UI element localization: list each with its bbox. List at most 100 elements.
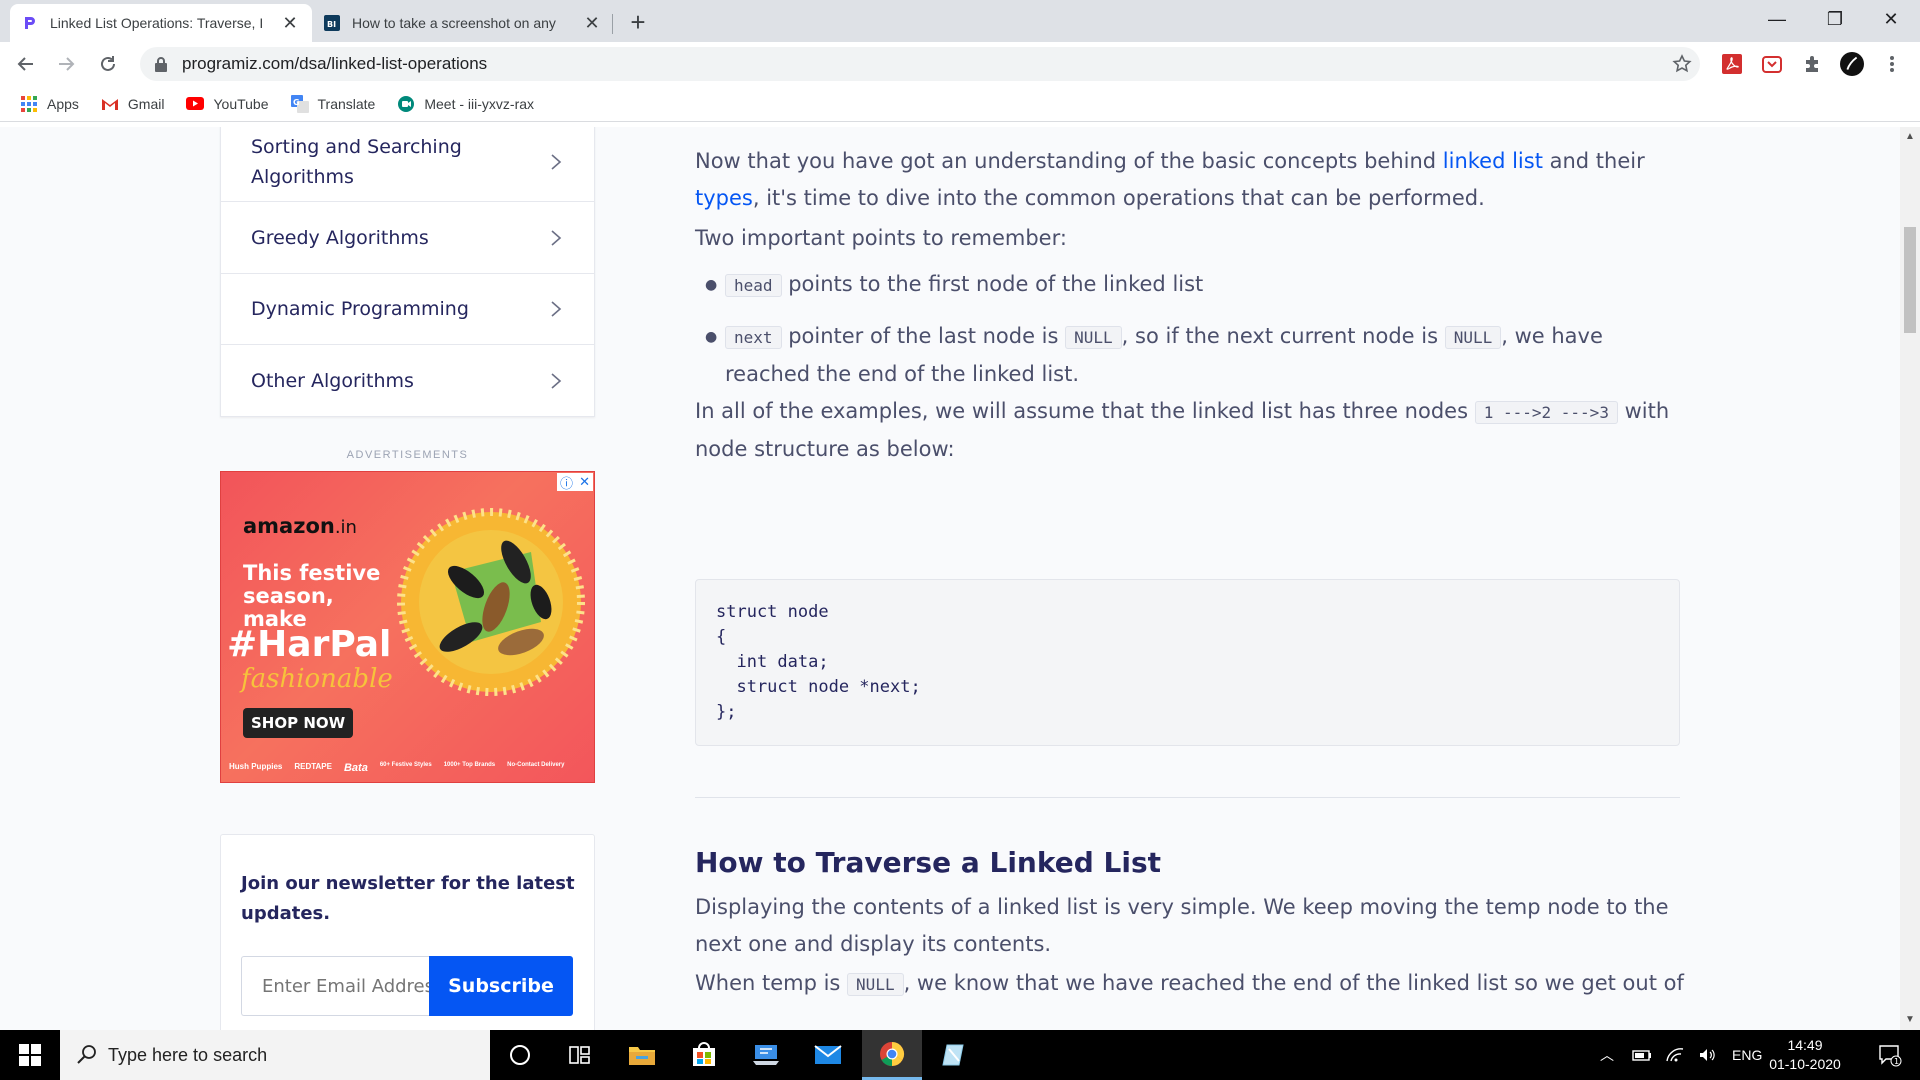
volume-icon[interactable] xyxy=(1698,1047,1716,1063)
tab-separator xyxy=(612,14,613,34)
language-indicator[interactable]: ENG xyxy=(1732,1047,1762,1063)
chevron-right-icon xyxy=(551,229,562,246)
gmail-icon xyxy=(101,95,119,113)
file-explorer-icon[interactable] xyxy=(612,1030,672,1080)
microsoft-store-icon[interactable] xyxy=(674,1030,734,1080)
sidebar-item-label: Sorting and Searching Algorithms xyxy=(251,135,462,188)
windows-start-button[interactable] xyxy=(0,1030,60,1080)
examples-text: In all of the examples, we will assume t… xyxy=(695,399,1475,423)
close-tab-icon[interactable]: ✕ xyxy=(280,13,300,33)
sidebar-item-other[interactable]: Other Algorithms xyxy=(221,345,594,416)
ad-close-controls[interactable]: ⓘ ✕ xyxy=(557,473,593,491)
amazon-advertisement[interactable]: amazon.in This festive season, make #Har… xyxy=(220,471,595,783)
subscribe-button[interactable]: Subscribe xyxy=(429,956,573,1016)
close-tab-icon[interactable]: ✕ xyxy=(582,13,602,33)
lock-icon xyxy=(155,57,167,72)
code-block: struct node { int data; struct node *nex… xyxy=(695,579,1680,746)
restore-button[interactable]: ❐ xyxy=(1806,0,1864,38)
battery-icon[interactable] xyxy=(1632,1047,1652,1063)
windows-logo-icon xyxy=(19,1044,41,1066)
bookmark-meet[interactable]: Meet - iii-yxvz-rax xyxy=(397,95,534,113)
bookmark-translate[interactable]: G Translate xyxy=(290,94,375,113)
ad-brand: Hush Puppies xyxy=(229,762,283,771)
close-window-button[interactable]: ✕ xyxy=(1862,0,1920,38)
advertisements-label: ADVERTISEMENTS xyxy=(346,449,469,461)
remote-desktop-icon[interactable] xyxy=(736,1030,796,1080)
inline-code: next xyxy=(725,326,782,349)
profile-avatar[interactable] xyxy=(1840,52,1864,76)
cortana-icon[interactable] xyxy=(490,1030,550,1080)
notification-count: 1 xyxy=(1894,1057,1899,1066)
inline-code: head xyxy=(725,274,782,297)
chevron-right-icon xyxy=(551,153,562,170)
taskbar-clock[interactable]: 14:49 01-10-2020 xyxy=(1760,1036,1850,1074)
pdf-extension-icon[interactable] xyxy=(1720,52,1744,76)
inline-code: NULL xyxy=(847,973,904,996)
snipping-tool-icon[interactable] xyxy=(924,1030,984,1080)
tab-strip: Linked List Operations: Traverse, I ✕ BI… xyxy=(0,0,1920,42)
sidebar-item-sorting-searching[interactable]: Sorting and Searching Algorithms xyxy=(221,127,594,202)
bookmark-gmail[interactable]: Gmail xyxy=(101,95,165,113)
examples-text: with xyxy=(1617,399,1670,423)
search-icon xyxy=(77,1045,96,1064)
bookmark-youtube[interactable]: YouTube xyxy=(186,95,269,113)
intro-text: and their xyxy=(1542,149,1645,173)
newsletter-title: Join our newsletter for the latest updat… xyxy=(241,873,575,924)
sidebar-item-label: Greedy Algorithms xyxy=(251,226,429,249)
bookmark-apps[interactable]: Apps xyxy=(20,95,79,113)
close-icon[interactable]: ✕ xyxy=(579,474,590,490)
notification-center-icon[interactable]: 1 xyxy=(1860,1030,1920,1080)
linked-list-link[interactable]: linked list xyxy=(1443,149,1543,173)
sidebar-item-dynamic-programming[interactable]: Dynamic Programming xyxy=(221,274,594,345)
chevron-right-icon xyxy=(551,372,562,389)
new-tab-button[interactable]: + xyxy=(624,7,652,37)
task-view-icon[interactable] xyxy=(550,1030,610,1080)
traverse-paragraph: Displaying the contents of a linked list… xyxy=(695,889,1680,963)
when-text: When temp is xyxy=(695,971,848,995)
examples-paragraph: In all of the examples, we will assume t… xyxy=(695,393,1680,468)
scroll-up-arrow-icon[interactable]: ▲ xyxy=(1905,131,1915,142)
chrome-menu-icon[interactable] xyxy=(1880,52,1904,76)
email-field[interactable] xyxy=(241,956,429,1016)
wifi-icon[interactable] xyxy=(1666,1047,1684,1063)
bookmark-star-icon[interactable] xyxy=(1670,52,1694,76)
scroll-down-arrow-icon[interactable]: ▼ xyxy=(1905,1014,1915,1025)
ad-line: This festive xyxy=(243,561,381,585)
inline-code: NULL xyxy=(1065,326,1122,349)
inline-code: NULL xyxy=(1444,326,1502,349)
tab-screenshot[interactable]: BI How to take a screenshot on any ✕ xyxy=(312,4,614,42)
ad-hashtag: #HarPal xyxy=(227,624,392,665)
extensions-puzzle-icon[interactable] xyxy=(1800,52,1824,76)
mail-icon[interactable] xyxy=(798,1030,858,1080)
pocket-extension-icon[interactable] xyxy=(1760,52,1784,76)
chrome-taskbar-icon[interactable] xyxy=(862,1030,922,1080)
browser-toolbar: programiz.com/dsa/linked-list-operations xyxy=(0,42,1920,86)
intro-text: Now that you have got an understanding o… xyxy=(695,149,1443,173)
forward-arrow-icon[interactable] xyxy=(50,48,82,80)
address-text: programiz.com/dsa/linked-list-operations xyxy=(182,54,488,73)
taskbar-search-box[interactable]: Type here to search xyxy=(60,1030,490,1080)
svg-text:G: G xyxy=(293,98,300,107)
youtube-icon xyxy=(186,95,205,113)
bullet-text: points to the first node of the linked l… xyxy=(781,272,1204,296)
sidebar-menu: Sorting and Searching Algorithms Greedy … xyxy=(220,127,595,417)
types-link[interactable]: types xyxy=(695,186,753,210)
sidebar-item-greedy[interactable]: Greedy Algorithms xyxy=(221,202,594,274)
page-scrollbar[interactable]: ▲ ▼ xyxy=(1900,127,1920,1030)
adchoices-icon[interactable]: ⓘ xyxy=(560,473,573,492)
minimize-button[interactable]: — xyxy=(1748,0,1806,38)
when-text: , we know that we have reached the end o… xyxy=(903,971,1684,995)
traverse-text: next one and display its contents. xyxy=(695,932,1052,956)
ad-line: season, xyxy=(243,584,334,608)
search-placeholder: Type here to search xyxy=(108,1044,268,1065)
programiz-favicon-icon xyxy=(25,17,35,29)
scrollbar-thumb[interactable] xyxy=(1904,227,1916,333)
examples-text: node structure as below: xyxy=(695,437,955,461)
show-hidden-icons-chevron-icon[interactable]: ︿ xyxy=(1600,1045,1614,1065)
tab-linked-list[interactable]: Linked List Operations: Traverse, I ✕ xyxy=(10,4,312,42)
bookmark-label: Gmail xyxy=(127,95,165,112)
reload-icon[interactable] xyxy=(92,48,124,80)
back-arrow-icon[interactable] xyxy=(10,48,42,80)
shop-now-button[interactable]: SHOP NOW xyxy=(243,708,354,738)
address-bar[interactable]: programiz.com/dsa/linked-list-operations xyxy=(140,47,1700,81)
